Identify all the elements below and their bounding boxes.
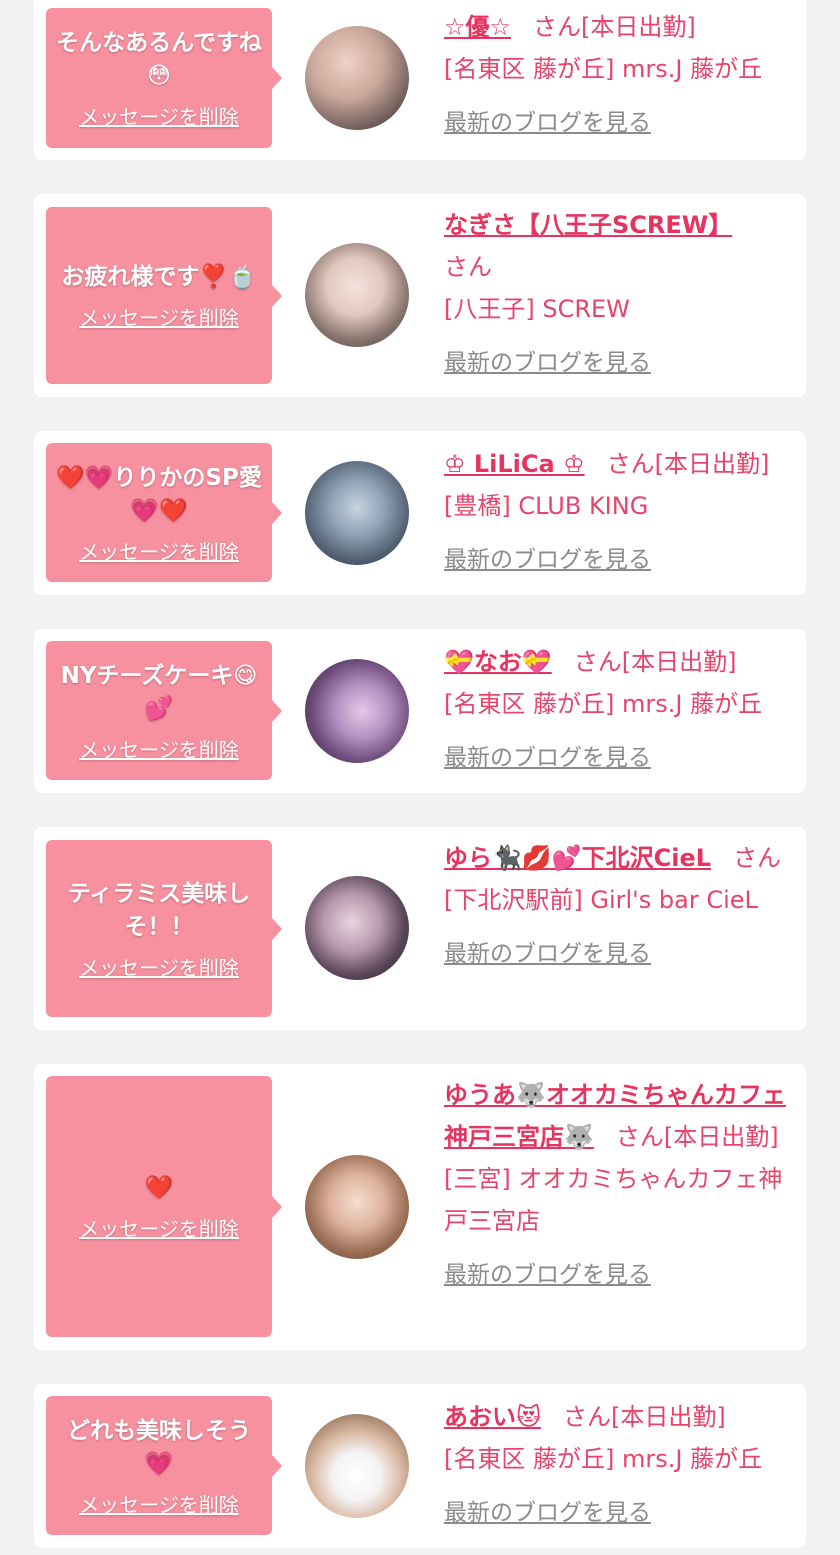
message-list: そんなあるんですね😳 メッセージを削除 ☆優☆ さん[本日出勤] [名東区 藤が丘… xyxy=(0,0,840,1555)
shop-label: [下北沢駅前] Girl's bar CieL xyxy=(444,886,758,914)
shop-label: [豊橋] CLUB KING xyxy=(444,492,649,520)
cast-info: あおい😻 さん[本日出勤] [名東区 藤が丘] mrs.J 藤が丘 最新のブログを… xyxy=(444,1396,794,1534)
cast-suffix: さん xyxy=(444,253,492,281)
message-bubble: ティラミス美味しそ！！ メッセージを削除 xyxy=(46,840,282,1017)
cast-name-link[interactable]: ♔ LiLiCa ♔ xyxy=(444,450,585,478)
cast-suffix: さん[本日出勤] xyxy=(615,1123,779,1151)
delete-message-link[interactable]: メッセージを削除 xyxy=(79,105,239,129)
delete-message-link[interactable]: メッセージを削除 xyxy=(79,1493,239,1517)
avatar[interactable] xyxy=(305,1155,409,1259)
avatar[interactable] xyxy=(305,461,409,565)
cast-name-link[interactable]: ☆優☆ xyxy=(444,13,511,41)
message-text: ❤️ xyxy=(144,1175,174,1201)
message-bubble: どれも美味しそう💗 メッセージを削除 xyxy=(46,1396,282,1535)
cast-info: ♔ LiLiCa ♔ さん[本日出勤] [豊橋] CLUB KING 最新のブログ… xyxy=(444,443,794,581)
cast-info: ☆優☆ さん[本日出勤] [名東区 藤が丘] mrs.J 藤が丘 最新のブログを見… xyxy=(444,6,794,144)
list-item: どれも美味しそう💗 メッセージを削除 あおい😻 さん[本日出勤] [名東区 藤が丘… xyxy=(34,1384,806,1548)
list-item: NYチーズケーキ😋💕 メッセージを削除 💝なお💝 さん[本日出勤] [名東区 藤が… xyxy=(34,629,806,793)
avatar[interactable] xyxy=(305,26,409,130)
shop-label: [名東区 藤が丘] mrs.J 藤が丘 xyxy=(444,1445,763,1473)
message-text: そんなあるんですね😳 xyxy=(56,30,262,89)
cast-suffix: さん[本日出勤] xyxy=(563,1403,726,1431)
avatar[interactable] xyxy=(305,243,409,347)
list-item: ❤️💗りりかのSP愛💗❤️ メッセージを削除 ♔ LiLiCa ♔ さん[本日出勤… xyxy=(34,431,806,595)
delete-message-link[interactable]: メッセージを削除 xyxy=(79,956,239,980)
message-text: ティラミス美味しそ！！ xyxy=(67,880,251,940)
cast-suffix: さん[本日出勤] xyxy=(606,450,770,478)
message-text: ❤️💗りりかのSP愛💗❤️ xyxy=(56,464,262,524)
cast-suffix: さん xyxy=(733,844,782,872)
avatar[interactable] xyxy=(305,1414,409,1518)
cast-info: ゆうあ🐺オオカミちゃんカフェ神戸三宮店🐺 さん[本日出勤] [三宮] オオカミちゃ… xyxy=(444,1074,794,1296)
message-bubble: ❤️💗りりかのSP愛💗❤️ メッセージを削除 xyxy=(46,443,282,582)
message-text: どれも美味しそう💗 xyxy=(67,1417,251,1477)
shop-label: [三宮] オオカミちゃんカフェ神戸三宮店 xyxy=(444,1165,783,1235)
cast-name-link[interactable]: なぎさ【八王子SCREW】 xyxy=(444,211,732,239)
latest-blog-link[interactable]: 最新のブログを見る xyxy=(444,539,794,581)
list-item: お疲れ様です❣️🍵 メッセージを削除 なぎさ【八王子SCREW】 さん [八王子… xyxy=(34,194,806,397)
latest-blog-link[interactable]: 最新のブログを見る xyxy=(444,1492,794,1534)
list-item: ❤️ メッセージを削除 ゆうあ🐺オオカミちゃんカフェ神戸三宮店🐺 さん[本日出勤]… xyxy=(34,1064,806,1350)
latest-blog-link[interactable]: 最新のブログを見る xyxy=(444,933,794,975)
cast-info: なぎさ【八王子SCREW】 さん [八王子] SCREW 最新のブログを見る xyxy=(444,204,794,384)
avatar[interactable] xyxy=(305,876,409,980)
cast-suffix: さん[本日出勤] xyxy=(533,13,696,41)
message-bubble: ❤️ メッセージを削除 xyxy=(46,1076,282,1337)
delete-message-link[interactable]: メッセージを削除 xyxy=(79,738,239,762)
message-text: NYチーズケーキ😋💕 xyxy=(60,662,258,722)
message-text: お疲れ様です❣️🍵 xyxy=(61,264,257,290)
message-bubble: お疲れ様です❣️🍵 メッセージを削除 xyxy=(46,207,282,384)
latest-blog-link[interactable]: 最新のブログを見る xyxy=(444,737,794,779)
latest-blog-link[interactable]: 最新のブログを見る xyxy=(444,102,794,144)
cast-info: ゆら🐈‍⬛💋💕下北沢CieL さん [下北沢駅前] Girl's bar CieL… xyxy=(444,837,794,975)
shop-label: [名東区 藤が丘] mrs.J 藤が丘 xyxy=(444,55,763,83)
delete-message-link[interactable]: メッセージを削除 xyxy=(79,540,239,564)
shop-label: [八王子] SCREW xyxy=(444,295,630,323)
list-item: そんなあるんですね😳 メッセージを削除 ☆優☆ さん[本日出勤] [名東区 藤が丘… xyxy=(34,0,806,160)
list-item: ティラミス美味しそ！！ メッセージを削除 ゆら🐈‍⬛💋💕下北沢CieL さん [下… xyxy=(34,827,806,1030)
latest-blog-link[interactable]: 最新のブログを見る xyxy=(444,1254,794,1296)
delete-message-link[interactable]: メッセージを削除 xyxy=(79,306,239,330)
cast-name-link[interactable]: ゆら🐈‍⬛💋💕下北沢CieL xyxy=(444,844,711,872)
shop-label: [名東区 藤が丘] mrs.J 藤が丘 xyxy=(444,690,763,718)
cast-info: 💝なお💝 さん[本日出勤] [名東区 藤が丘] mrs.J 藤が丘 最新のブログを… xyxy=(444,641,794,779)
cast-suffix: さん[本日出勤] xyxy=(573,648,737,676)
cast-name-link[interactable]: あおい😻 xyxy=(444,1403,541,1431)
message-bubble: NYチーズケーキ😋💕 メッセージを削除 xyxy=(46,641,282,780)
avatar[interactable] xyxy=(305,659,409,763)
cast-name-link[interactable]: 💝なお💝 xyxy=(444,648,552,676)
latest-blog-link[interactable]: 最新のブログを見る xyxy=(444,342,794,384)
delete-message-link[interactable]: メッセージを削除 xyxy=(79,1217,239,1241)
message-bubble: そんなあるんですね😳 メッセージを削除 xyxy=(46,8,282,148)
